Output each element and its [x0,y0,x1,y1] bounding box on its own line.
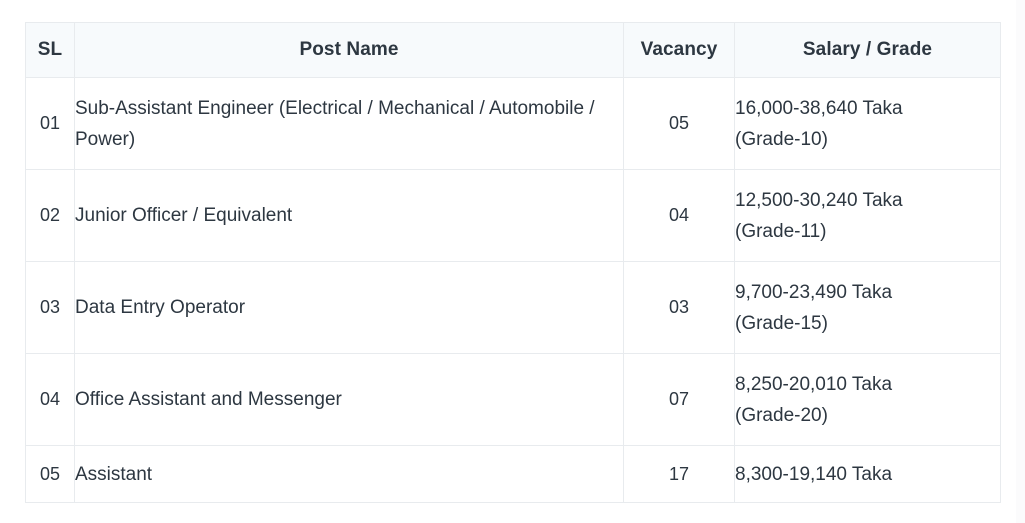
cell-vacancy: 17 [623,445,735,503]
cell-vacancy: 04 [623,169,735,262]
column-header-sl: SL [25,22,75,78]
table-header-row: SL Post Name Vacancy Salary / Grade [25,22,1001,78]
cell-post-name: Office Assistant and Messenger [74,353,624,446]
column-header-post-name: Post Name [74,22,624,78]
salary-amount: 8,300-19,140 Taka [735,463,893,485]
table-row: 05 Assistant 17 8,300-19,140 Taka [25,445,1001,503]
cell-salary-grade: 8,250-20,010 Taka (Grade-20) [734,353,1001,446]
cell-salary-grade: 12,500-30,240 Taka (Grade-11) [734,169,1001,262]
table-row: 02 Junior Officer / Equivalent 04 12,500… [25,169,1001,262]
vacancy-table: SL Post Name Vacancy Salary / Grade 01 S… [25,22,1001,503]
table-row: 04 Office Assistant and Messenger 07 8,2… [25,353,1001,446]
table-header: SL Post Name Vacancy Salary / Grade [25,22,1001,78]
salary-amount: 8,250-20,010 Taka [735,373,893,395]
cell-sl: 01 [25,77,75,170]
salary-grade-code: (Grade-15) [735,312,828,334]
cell-sl: 03 [25,261,75,354]
salary-grade-code: (Grade-11) [735,220,827,242]
cell-vacancy: 07 [623,353,735,446]
cell-salary-grade: 8,300-19,140 Taka [734,445,1001,503]
table-body: 01 Sub-Assistant Engineer (Electrical / … [25,77,1001,503]
cell-salary-grade: 9,700-23,490 Taka (Grade-15) [734,261,1001,354]
column-header-salary-grade: Salary / Grade [734,22,1001,78]
salary-grade-code: (Grade-10) [735,128,828,150]
cell-post-name: Data Entry Operator [74,261,624,354]
cell-post-name: Sub-Assistant Engineer (Electrical / Mec… [74,77,624,170]
page-right-gutter [1016,0,1025,523]
cell-salary-grade: 16,000-38,640 Taka (Grade-10) [734,77,1001,170]
salary-amount: 12,500-30,240 Taka [735,189,903,211]
cell-vacancy: 05 [623,77,735,170]
cell-vacancy: 03 [623,261,735,354]
cell-post-name: Junior Officer / Equivalent [74,169,624,262]
page-root: SL Post Name Vacancy Salary / Grade 01 S… [0,0,1025,523]
vacancy-table-container: SL Post Name Vacancy Salary / Grade 01 S… [25,22,1001,503]
cell-sl: 04 [25,353,75,446]
cell-sl: 02 [25,169,75,262]
cell-post-name: Assistant [74,445,624,503]
table-row: 01 Sub-Assistant Engineer (Electrical / … [25,77,1001,170]
column-header-vacancy: Vacancy [623,22,735,78]
salary-amount: 16,000-38,640 Taka [735,97,903,119]
salary-amount: 9,700-23,490 Taka [735,281,893,303]
salary-grade-code: (Grade-20) [735,404,828,426]
table-row: 03 Data Entry Operator 03 9,700-23,490 T… [25,261,1001,354]
cell-sl: 05 [25,445,75,503]
